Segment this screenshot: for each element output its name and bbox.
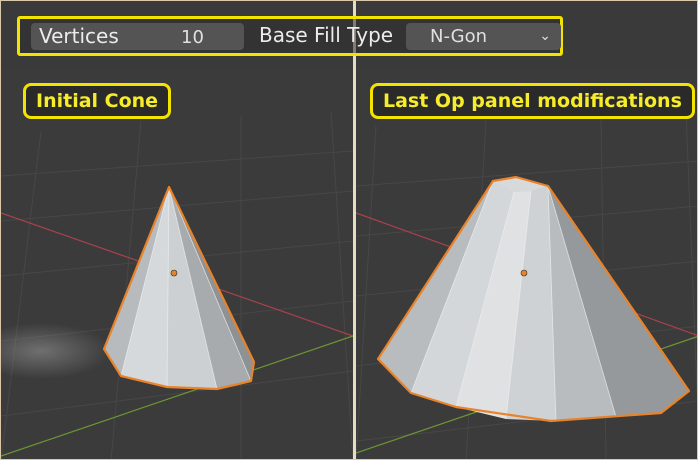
vertices-label: Vertices <box>39 24 119 48</box>
viewport-frame: Vertices 10 Base Fill Type N-Gon ⌄ Initi… <box>0 0 698 460</box>
origin-dot <box>520 269 528 277</box>
base-fill-type-label: Base Fill Type <box>259 23 394 47</box>
modifications-caption: Last Op panel modifications <box>370 83 695 119</box>
chevron-down-icon: ⌄ <box>539 28 551 44</box>
vertices-value[interactable]: 10 <box>181 27 204 49</box>
right-viewport-scene <box>356 67 697 459</box>
vertices-field[interactable]: Vertices 10 <box>31 23 244 50</box>
base-fill-type-value: N-Gon <box>430 26 487 47</box>
initial-cone-caption: Initial Cone <box>23 83 172 119</box>
base-fill-type-dropdown[interactable]: N-Gon ⌄ <box>406 23 561 50</box>
right-viewport[interactable] <box>356 1 697 459</box>
left-viewport-scene <box>1 67 353 459</box>
left-viewport[interactable] <box>1 1 353 459</box>
origin-dot <box>170 269 178 277</box>
last-operation-panel: Vertices 10 Base Fill Type N-Gon ⌄ <box>17 16 563 56</box>
